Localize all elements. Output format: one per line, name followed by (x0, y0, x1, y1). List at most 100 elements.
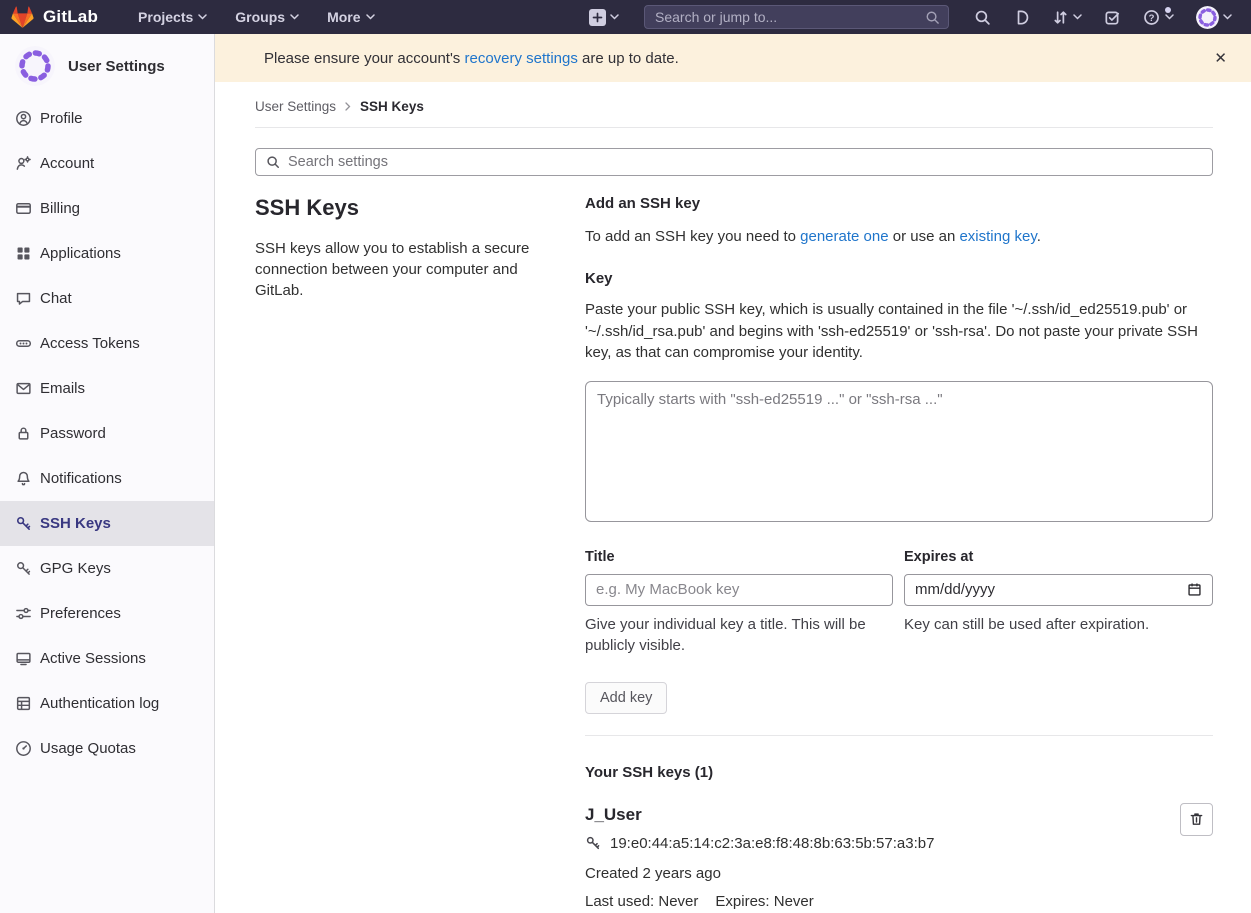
sidebar-item-authentication-log[interactable]: Authentication log (0, 681, 214, 726)
sidebar-item-label: Emails (40, 380, 85, 397)
nav-more-label: More (327, 9, 360, 25)
title-field: Title Give your individual key a title. … (585, 549, 893, 656)
page-title: SSH Keys (255, 195, 560, 221)
sidebar-item-chat[interactable]: Chat (0, 276, 214, 321)
generate-one-link[interactable]: generate one (800, 228, 888, 245)
section-intro: SSH Keys SSH keys allow you to establish… (255, 195, 560, 910)
todos-icon[interactable] (1097, 0, 1128, 34)
search-button[interactable] (967, 0, 998, 34)
gitlab-logo[interactable]: GitLab (10, 5, 98, 30)
settings-search[interactable] (255, 148, 1213, 176)
key-icon (585, 835, 601, 851)
search-icon (266, 155, 280, 169)
sidebar-item-label: Account (40, 155, 94, 172)
sidebar-item-applications[interactable]: Applications (0, 231, 214, 276)
avatar (1196, 6, 1219, 29)
sidebar-item-label: SSH Keys (40, 515, 111, 532)
sidebar-item-label: Profile (40, 110, 83, 127)
sidebar-item-emails[interactable]: Emails (0, 366, 214, 411)
expires-label: Expires at (904, 549, 1213, 565)
sidebar-item-password[interactable]: Password (0, 411, 214, 456)
gpg-keys-icon (14, 560, 32, 577)
close-icon: ✕ (1214, 50, 1227, 67)
recovery-settings-link[interactable]: recovery settings (464, 50, 577, 67)
expires-help-text: Key can still be used after expiration. (904, 614, 1213, 635)
fingerprint-row: 19:e0:44:a5:14:c2:3a:e8:f8:48:8b:63:5b:5… (585, 835, 1163, 852)
sidebar-item-label: Chat (40, 290, 72, 307)
settings-search-input[interactable] (288, 154, 1202, 170)
plus-icon (589, 9, 606, 26)
sidebar-item-access-tokens[interactable]: Access Tokens (0, 321, 214, 366)
page-description: SSH keys allow you to establish a secure… (255, 238, 560, 301)
sidebar-header: User Settings (0, 34, 214, 96)
merge-requests-icon[interactable] (1045, 0, 1089, 34)
sidebar-item-notifications[interactable]: Notifications (0, 456, 214, 501)
title-label: Title (585, 549, 893, 565)
chevron-down-icon (290, 14, 299, 20)
nav-more[interactable]: More (313, 0, 388, 34)
sidebar-item-preferences[interactable]: Preferences (0, 591, 214, 636)
user-settings-avatar (15, 46, 55, 86)
main-nav: Projects Groups More (124, 0, 388, 34)
chevron-down-icon (366, 14, 375, 20)
ssh-key-textarea[interactable] (585, 381, 1213, 522)
nav-groups[interactable]: Groups (221, 0, 313, 34)
ssh-keys-icon (14, 515, 32, 532)
sidebar-item-usage-quotas[interactable]: Usage Quotas (0, 726, 214, 771)
profile-icon (14, 110, 32, 127)
sidebar-item-label: Notifications (40, 470, 122, 487)
emails-icon (14, 380, 32, 397)
sidebar-item-ssh-keys[interactable]: SSH Keys (0, 501, 214, 546)
chevron-down-icon (198, 14, 207, 20)
global-search[interactable] (644, 5, 949, 29)
sidebar-item-gpg-keys[interactable]: GPG Keys (0, 546, 214, 591)
top-navbar: GitLab Projects Groups More (0, 0, 1251, 34)
your-ssh-keys-heading: Your SSH keys (1) (585, 764, 1213, 781)
expires-field: Expires at Key can still be used after e… (904, 549, 1213, 656)
new-menu-button[interactable] (582, 0, 626, 34)
sidebar-item-label: Access Tokens (40, 335, 140, 352)
nav-groups-label: Groups (235, 9, 285, 25)
nav-projects-label: Projects (138, 9, 193, 25)
alert-message: Please ensure your account's recovery se… (264, 50, 1206, 67)
sidebar-item-label: Applications (40, 245, 121, 262)
title-help-text: Give your individual key a title. This w… (585, 614, 893, 656)
sidebar-item-active-sessions[interactable]: Active Sessions (0, 636, 214, 681)
breadcrumb-ssh-keys: SSH Keys (360, 99, 424, 114)
nav-projects[interactable]: Projects (124, 0, 221, 34)
key-usage: Last used: Never Expires: Never (585, 893, 1163, 910)
chevron-right-icon (345, 102, 351, 111)
existing-key-link[interactable]: existing key (959, 228, 1036, 245)
add-key-button[interactable]: Add key (585, 682, 667, 714)
gitlab-logo-text: GitLab (43, 7, 98, 27)
sidebar-nav: Profile Account Billing Applications Cha… (0, 96, 214, 771)
notification-dot (1165, 7, 1171, 13)
user-menu[interactable] (1189, 0, 1239, 34)
intro-text: To add an SSH key you need to (585, 228, 800, 245)
title-input[interactable] (585, 574, 893, 606)
sidebar-item-account[interactable]: Account (0, 141, 214, 186)
expires-at-input[interactable] (904, 574, 1213, 606)
trash-icon (1189, 811, 1204, 827)
issues-icon[interactable] (1006, 0, 1037, 34)
breadcrumb-user-settings[interactable]: User Settings (255, 99, 336, 114)
global-search-input[interactable] (655, 9, 925, 25)
help-menu[interactable]: ? (1136, 0, 1181, 34)
sidebar-item-label: Active Sessions (40, 650, 146, 667)
alert-close-button[interactable]: ✕ (1206, 47, 1235, 70)
sidebar-item-billing[interactable]: Billing (0, 186, 214, 231)
chat-icon (14, 290, 32, 307)
svg-text:?: ? (1149, 13, 1155, 24)
sidebar-item-label: Usage Quotas (40, 740, 136, 757)
fingerprint-value: 19:e0:44:a5:14:c2:3a:e8:f8:48:8b:63:5b:5… (610, 835, 934, 852)
gitlab-tanuki-icon (10, 5, 35, 30)
settings-sidebar: User Settings Profile Account Billing Ap… (0, 34, 215, 913)
billing-icon (14, 200, 32, 217)
delete-key-button[interactable] (1180, 803, 1213, 836)
usage-quotas-icon (14, 740, 32, 757)
ssh-key-title: J_User (585, 805, 1163, 825)
key-last-used: Last used: Never (585, 893, 698, 910)
sidebar-item-profile[interactable]: Profile (0, 96, 214, 141)
add-ssh-key-intro: To add an SSH key you need to generate o… (585, 226, 1213, 247)
access-tokens-icon (14, 335, 32, 352)
